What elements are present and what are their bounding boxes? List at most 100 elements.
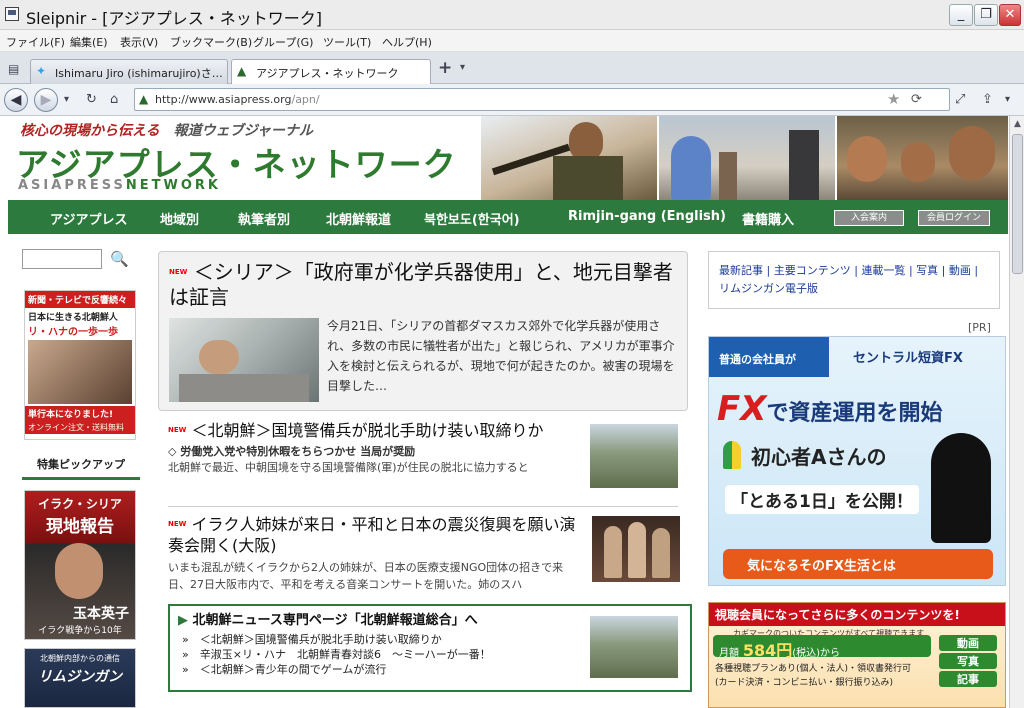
home-icon[interactable]: ⌂	[110, 92, 118, 107]
scroll-up-icon[interactable]: ▲	[1010, 116, 1024, 132]
article-thumbnail[interactable]	[592, 516, 680, 582]
banner-rihana-book[interactable]: 新聞・テレビで反響続々 日本に生きる北朝鮮人 リ・ハナの一歩一歩 単行本になりま…	[24, 290, 136, 440]
link-series[interactable]: 連載一覧	[861, 264, 905, 277]
search-icon[interactable]: 🔍	[110, 250, 129, 268]
tab-label: アジアプレス・ネットワーク	[256, 67, 399, 80]
article-title[interactable]: NEW ＜北朝鮮＞国境警備兵が脱北手助け装い取締りか	[168, 420, 588, 441]
share-icon[interactable]: ⇪	[982, 92, 993, 107]
pr-label: [PR]	[968, 321, 991, 334]
back-button[interactable]: ◀	[4, 88, 28, 112]
header-photo-street	[659, 116, 835, 200]
list-item[interactable]: » 辛淑玉×リ・ハナ 北朝鮮青春対談6 ～ミーハーが一番！	[182, 647, 491, 662]
nk-box-title[interactable]: ▶ 北朝鮮ニュース専門ページ「北朝鮮報道総合」へ	[178, 609, 478, 628]
list-item[interactable]: » ＜北朝鮮＞国境警備兵が脱北手助け装い取締りか	[182, 632, 491, 647]
link-main-content[interactable]: 主要コンテンツ	[774, 264, 851, 277]
feature-thumbnail[interactable]	[169, 318, 319, 402]
site-tagline: 核心の現場から伝える 報道ウェブジャーナル	[20, 123, 313, 139]
nav-korean[interactable]: 북한보도(한국어)	[424, 209, 520, 228]
link-rimjin-gang[interactable]: リムジンガン電子版	[719, 282, 818, 295]
nav-north-korea[interactable]: 北朝鮮報道	[326, 209, 391, 228]
feature-title[interactable]: NEW ＜シリア＞「政府軍が化学兵器使用」と、地元目撃者は証言	[169, 260, 679, 310]
list-item[interactable]: » ＜北朝鮮＞青少年の間でゲームが流行	[182, 662, 491, 677]
tab-asiapress[interactable]: ▲ アジアプレス・ネットワーク	[231, 59, 431, 85]
banner-iraq-syria[interactable]: イラク・シリア 現地報告 玉本英子 イラク戦争から10年	[24, 490, 136, 640]
north-korea-news-box[interactable]: ▶ 北朝鮮ニュース専門ページ「北朝鮮報道総合」へ » ＜北朝鮮＞国境警備兵が脱北…	[168, 604, 692, 692]
app-window-icon[interactable]	[5, 7, 19, 21]
ad-cta-button[interactable]: 気になるそのFX生活とは	[723, 549, 993, 579]
nav-asiapress[interactable]: アジアプレス	[50, 209, 127, 228]
nk-box-thumbnail[interactable]	[590, 616, 678, 678]
nk-news-list: » ＜北朝鮮＞国境警備兵が脱北手助け装い取締りか » 辛淑玉×リ・ハナ 北朝鮮青…	[182, 632, 491, 677]
navigation-bar: ◀ ▶ ▾ ↻ ⌂ ▲ http://www.asiapress.org/apn…	[0, 84, 1024, 116]
site-header: 核心の現場から伝える 報道ウェブジャーナル アジアプレス・ネットワーク ASIA…	[8, 116, 1008, 200]
new-badge: NEW	[169, 268, 188, 276]
menu-group[interactable]: グループ(G)	[253, 34, 313, 50]
article-subtitle: ◇ 労働党入党や特別休暇をちらつかせ 当局が奨励	[168, 445, 416, 458]
close-button[interactable]: ✕	[999, 4, 1021, 26]
forward-button[interactable]: ▶	[34, 88, 58, 112]
article-thumbnail[interactable]	[590, 424, 678, 488]
site-favicon-icon: ▲	[139, 92, 149, 106]
menu-edit[interactable]: 編集(E)	[70, 34, 108, 50]
tab-twitter[interactable]: ✦ Ishimaru Jiro (ishimarujiro)さ…	[30, 59, 228, 84]
article-item[interactable]: NEW イラク人姉妹が来日・平和と日本の震災復興を願い演奏会開く(大阪) いまも…	[168, 514, 580, 593]
bookmark-star-icon[interactable]: ★	[887, 90, 900, 108]
new-badge: NEW	[168, 426, 187, 434]
nav-books[interactable]: 書籍購入	[742, 209, 794, 228]
membership-advertisement[interactable]: 視聴会員になってさらに多くのコンテンツを! カギマークのついたコンテンツがすべて…	[708, 602, 1006, 708]
menu-tools[interactable]: ツール(T)	[323, 34, 371, 50]
tab-bar: ▤ ✦ Ishimaru Jiro (ishimarujiro)さ… ▲ アジア…	[0, 52, 1024, 85]
quick-links: 最新記事 | 主要コンテンツ | 連載一覧 | 写真 | 動画 |リムジンガン電…	[708, 251, 1000, 309]
nav-region[interactable]: 地域別	[160, 209, 199, 228]
feature-article[interactable]: NEW ＜シリア＞「政府軍が化学兵器使用」と、地元目撃者は証言 今月21日、「シ…	[158, 251, 688, 411]
history-dropdown-icon[interactable]: ▾	[64, 94, 69, 105]
link-latest[interactable]: 最新記事	[719, 264, 763, 277]
new-badge: NEW	[168, 520, 187, 528]
page-content: 核心の現場から伝える 報道ウェブジャーナル アジアプレス・ネットワーク ASIA…	[0, 116, 1009, 708]
article-summary: 北朝鮮で最近、中朝国境を守る国境警備隊(軍)が住民の脱北に協力すると	[168, 461, 529, 474]
nav-rimjin-gang-english[interactable]: Rimjin-gang (English)	[568, 209, 726, 224]
window-title: Sleipnir - [アジアプレス・ネットワーク]	[26, 9, 323, 28]
site-search-input[interactable]	[22, 249, 102, 269]
address-url: http://www.asiapress.org/apn/	[155, 93, 320, 106]
menu-bar: ファイル(F) 編集(E) 表示(V) ブックマーク(B) グループ(G) ツー…	[0, 30, 1024, 52]
link-video[interactable]: 動画	[949, 264, 971, 277]
header-photo-soldier	[481, 116, 657, 200]
article-item[interactable]: NEW ＜北朝鮮＞国境警備兵が脱北手助け装い取締りか ◇ 労働党入党や特別休暇を…	[168, 420, 588, 476]
beginner-mark-icon	[723, 441, 741, 469]
nav-writer[interactable]: 執筆者別	[238, 209, 290, 228]
tab-label: Ishimaru Jiro (ishimarujiro)さ…	[55, 67, 223, 80]
link-photo[interactable]: 写真	[916, 264, 938, 277]
menu-view[interactable]: 表示(V)	[120, 34, 158, 50]
menu-file[interactable]: ファイル(F)	[6, 34, 65, 50]
reload-icon[interactable]: ↻	[86, 92, 97, 107]
new-tab-button[interactable]: +	[438, 58, 452, 78]
banner-rimjin-gang[interactable]: 北朝鮮内部からの通信 リムジンガン	[24, 648, 136, 708]
ad-content-tags: 動画 写真 記事	[939, 635, 997, 687]
ad-headline: FXで資産運用を開始	[717, 389, 943, 429]
page-scrollbar[interactable]: ▲	[1009, 116, 1024, 708]
minimize-button[interactable]: _	[949, 4, 973, 26]
article-summary: いまも混乱が続くイラクから2人の姉妹が、日本の医療支援NGO団体の招きで来日、2…	[168, 561, 564, 591]
member-login-button[interactable]: 会員ログイン	[918, 210, 990, 226]
feature-summary: 今月21日、「シリアの首都ダマスカス郊外で化学兵器が使用され、多数の市民に犠牲者…	[327, 319, 675, 393]
fullscreen-icon[interactable]: ⤢	[955, 92, 965, 107]
maximize-button[interactable]: ❐	[974, 4, 998, 26]
go-icon[interactable]: ⟳	[911, 92, 922, 107]
tab-menu-icon[interactable]: ▾	[460, 62, 465, 73]
toolbar-more-icon[interactable]: ▾	[1005, 94, 1010, 105]
article-divider	[168, 506, 678, 507]
twitter-bird-icon: ✦	[36, 64, 47, 78]
menu-bookmark[interactable]: ブックマーク(B)	[170, 34, 252, 50]
window-titlebar: Sleipnir - [アジアプレス・ネットワーク] _ ❐ ✕	[0, 0, 1024, 30]
address-bar[interactable]: ▲ http://www.asiapress.org/apn/ ★ ⟳	[134, 88, 950, 111]
scroll-thumb[interactable]	[1012, 134, 1023, 274]
site-logo-subtitle: ASIAPRESSNETWORK	[18, 178, 221, 193]
join-info-button[interactable]: 入会案内	[834, 210, 904, 226]
menu-help[interactable]: ヘルプ(H)	[382, 34, 432, 50]
fx-advertisement[interactable]: 普通の会社員が セントラル短資FX FXで資産運用を開始 初心者Aさんの 「とあ…	[708, 336, 1006, 586]
tab-list-icon[interactable]: ▤	[8, 62, 19, 76]
section-feature-pickup: 特集ピックアップ	[22, 456, 140, 480]
article-title[interactable]: NEW イラク人姉妹が来日・平和と日本の震災復興を願い演奏会開く(大阪)	[168, 514, 580, 556]
site-nav-menu: アジアプレス 地域別 執筆者別 北朝鮮報道 북한보도(한국어) Rimjin-g…	[8, 200, 1008, 234]
